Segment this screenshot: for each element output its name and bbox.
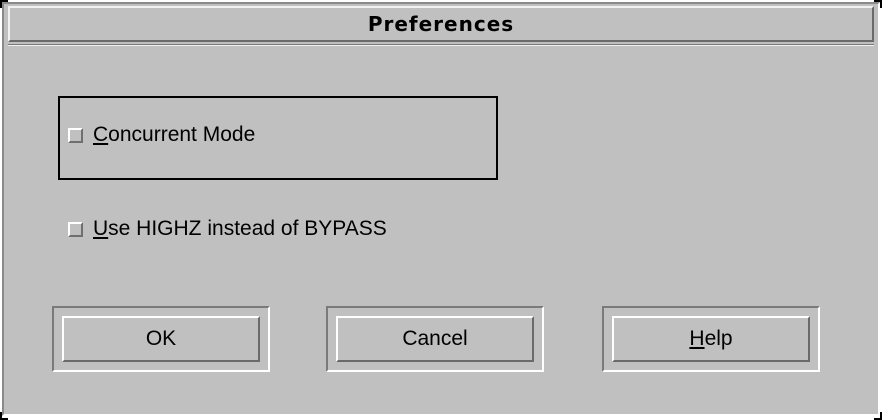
use-highz-text: se HIGHZ instead of BYPASS <box>108 217 387 240</box>
use-highz-label: Use HIGHZ instead of BYPASS <box>93 217 387 241</box>
help-button[interactable]: Help <box>612 316 810 362</box>
ok-button[interactable]: OK <box>62 316 260 362</box>
preferences-dialog: Preferences Concurrent Mode Use HIGHZ in… <box>2 2 880 416</box>
resize-corner-bottom-right[interactable] <box>874 412 882 420</box>
concurrent-mode-checkbox-row[interactable]: Concurrent Mode <box>68 123 255 147</box>
concurrent-mode-mnemonic: C <box>93 123 109 146</box>
help-button-label: Help <box>689 327 732 351</box>
cancel-button[interactable]: Cancel <box>336 316 534 362</box>
concurrent-mode-checkbox[interactable] <box>68 127 83 143</box>
cancel-button-frame: Cancel <box>326 306 544 372</box>
concurrent-mode-text: oncurrent Mode <box>108 123 256 146</box>
cancel-button-label: Cancel <box>402 327 468 350</box>
ok-button-frame: OK <box>52 306 270 372</box>
help-button-frame: Help <box>602 306 820 372</box>
title-separator <box>8 44 874 46</box>
ok-button-label: OK <box>145 327 177 350</box>
use-highz-checkbox[interactable] <box>68 221 83 237</box>
use-highz-mnemonic: U <box>93 217 109 240</box>
help-text: elp <box>704 327 733 350</box>
resize-corner-top-right[interactable] <box>874 0 882 8</box>
title-bar[interactable]: Preferences <box>8 6 874 42</box>
concurrent-mode-label: Concurrent Mode <box>93 123 255 147</box>
resize-corner-bottom-left[interactable] <box>0 412 8 420</box>
use-highz-checkbox-row[interactable]: Use HIGHZ instead of BYPASS <box>68 217 387 241</box>
dialog-title: Preferences <box>367 12 515 36</box>
help-mnemonic: H <box>689 327 705 350</box>
resize-corner-top-left[interactable] <box>0 0 8 8</box>
